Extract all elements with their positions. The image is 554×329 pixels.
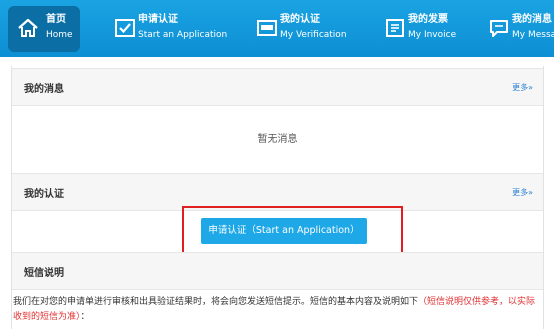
nav-label-en: My Messa	[512, 30, 554, 40]
messages-empty-text: 暂无消息	[257, 134, 298, 145]
nav-item-messages[interactable]: 我的消息 My Messa	[484, 0, 554, 57]
message-icon	[490, 20, 508, 37]
apply-icon	[115, 19, 135, 37]
nav-label-en: My Verification	[280, 30, 347, 40]
sms-section-title: 短信说明	[24, 268, 64, 279]
nav-label-zh: 我的认证	[280, 14, 320, 25]
messages-more-link[interactable]: 更多»	[512, 82, 533, 93]
home-icon	[18, 18, 38, 37]
nav-label-zh: 我的消息	[512, 14, 552, 25]
nav-label-en: My Invoice	[408, 30, 457, 40]
sms-description: 我们在对您的申请单进行审核和出具验证结果时，将会向您发送短信提示。短信的基本内容…	[13, 295, 543, 325]
sms-description-text: 我们在对您的申请单进行审核和出具验证结果时，将会向您发送短信提示。短信的基本内容…	[13, 297, 419, 307]
top-navigation: 首页 Home 申请认证 Start an Application 我的认证 M…	[0, 0, 554, 57]
messages-section-header: 我的消息 更多»	[12, 68, 543, 106]
nav-label-zh: 申请认证	[138, 14, 178, 25]
sms-description-suffix: ：	[80, 312, 90, 322]
nav-label-en: Home	[46, 30, 73, 40]
messages-section-title: 我的消息	[24, 84, 64, 95]
invoice-icon	[386, 19, 404, 37]
start-application-button[interactable]: 申请认证（Start an Application）	[201, 218, 367, 244]
nav-item-invoice[interactable]: 我的发票 My Invoice	[378, 0, 468, 57]
verification-section-title: 我的认证	[24, 189, 64, 200]
sms-section-header: 短信说明	[12, 252, 543, 290]
nav-label-zh: 首页	[46, 14, 66, 25]
nav-item-home[interactable]: 首页 Home	[8, 6, 80, 52]
nav-item-apply[interactable]: 申请认证 Start an Application	[108, 0, 230, 57]
main-content: 我的消息 更多» 暂无消息 我的认证 更多» 申请认证（Start an App…	[11, 66, 544, 329]
verification-more-link[interactable]: 更多»	[512, 187, 533, 198]
nav-label-zh: 我的发票	[408, 14, 448, 25]
nav-item-verification[interactable]: 我的认证 My Verification	[250, 0, 360, 57]
nav-label-en: Start an Application	[138, 30, 228, 40]
verification-icon	[257, 20, 277, 36]
